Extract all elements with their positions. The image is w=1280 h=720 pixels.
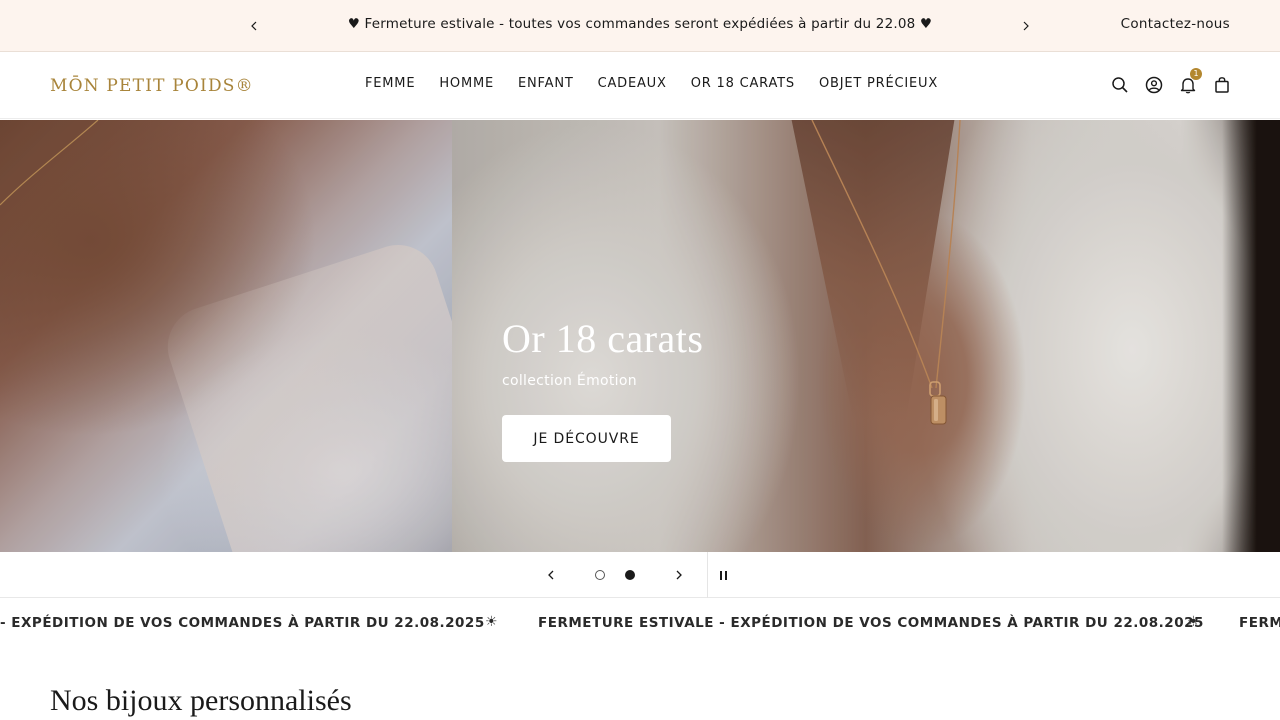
marquee-item: - EXPÉDITION DE VOS COMMANDES À PARTIR D… [0,615,485,631]
sun-icon: ☀ [1187,614,1201,630]
marquee-item: FERMETURE ESTIVALE - EXPÉDITION DE VOS C… [538,615,1204,631]
contact-link[interactable]: Contactez-nous [1121,16,1230,32]
notification-badge: 1 [1190,68,1202,80]
main-nav: FEMME HOMME ENFANT CADEAUX OR 18 CARATS … [365,76,962,91]
notifications-button[interactable]: 1 [1177,68,1202,96]
announcement-bar: ♥ Fermeture estivale - toutes vos comman… [0,0,1280,52]
slide-next-button[interactable] [668,564,690,586]
hero-banner: Or 18 carats collection Émotion JE DÉCOU… [0,120,1280,552]
slider-controls [0,552,1280,598]
search-icon [1111,77,1128,93]
chevron-left-icon [251,21,257,31]
account-icon [1145,76,1162,94]
slide-prev-button[interactable] [540,564,562,586]
search-button[interactable] [1109,74,1130,96]
chevron-left-icon [548,570,554,580]
announcement-next-button[interactable] [1014,14,1038,38]
announcement-prev-button[interactable] [242,14,266,38]
nav-item-or-18-carats[interactable]: OR 18 CARATS [691,76,795,91]
marquee-item: FERM [1239,615,1280,631]
hero-title: Or 18 carats [502,316,704,361]
nav-item-femme[interactable]: FEMME [365,76,415,91]
chevron-right-icon [1023,21,1029,31]
nav-item-homme[interactable]: HOMME [439,76,494,91]
hero-cta-button[interactable]: JE DÉCOUVRE [502,415,671,462]
account-button[interactable] [1143,74,1164,96]
nav-item-objet-precieux[interactable]: OBJET PRÉCIEUX [819,76,938,91]
sun-icon: ☀ [485,614,499,630]
bag-icon [1214,77,1229,93]
nav-item-cadeaux[interactable]: CADEAUX [598,76,667,91]
section-title: Nos bijoux personnalisés [50,684,352,717]
site-header: MŌN PETIT POIDS® FEMME HOMME ENFANT CADE… [0,53,1280,119]
header-icons: 1 [1109,68,1232,96]
scrolling-banner: - EXPÉDITION DE VOS COMMANDES À PARTIR D… [0,598,1280,648]
slider-pause-button[interactable] [714,566,732,584]
controls-divider [707,552,708,598]
announcement-message: ♥ Fermeture estivale - toutes vos comman… [347,16,933,32]
cart-button[interactable] [1211,74,1232,96]
hero-subtitle: collection Émotion [502,373,637,389]
chevron-right-icon [676,570,682,580]
pause-icon [719,570,722,580]
brand-logo[interactable]: MŌN PETIT POIDS® [50,76,254,96]
slide-dot-2-active[interactable] [625,570,635,580]
slide-dot-1[interactable] [595,570,605,580]
pause-icon-bar [724,570,727,580]
nav-item-enfant[interactable]: ENFANT [518,76,574,91]
